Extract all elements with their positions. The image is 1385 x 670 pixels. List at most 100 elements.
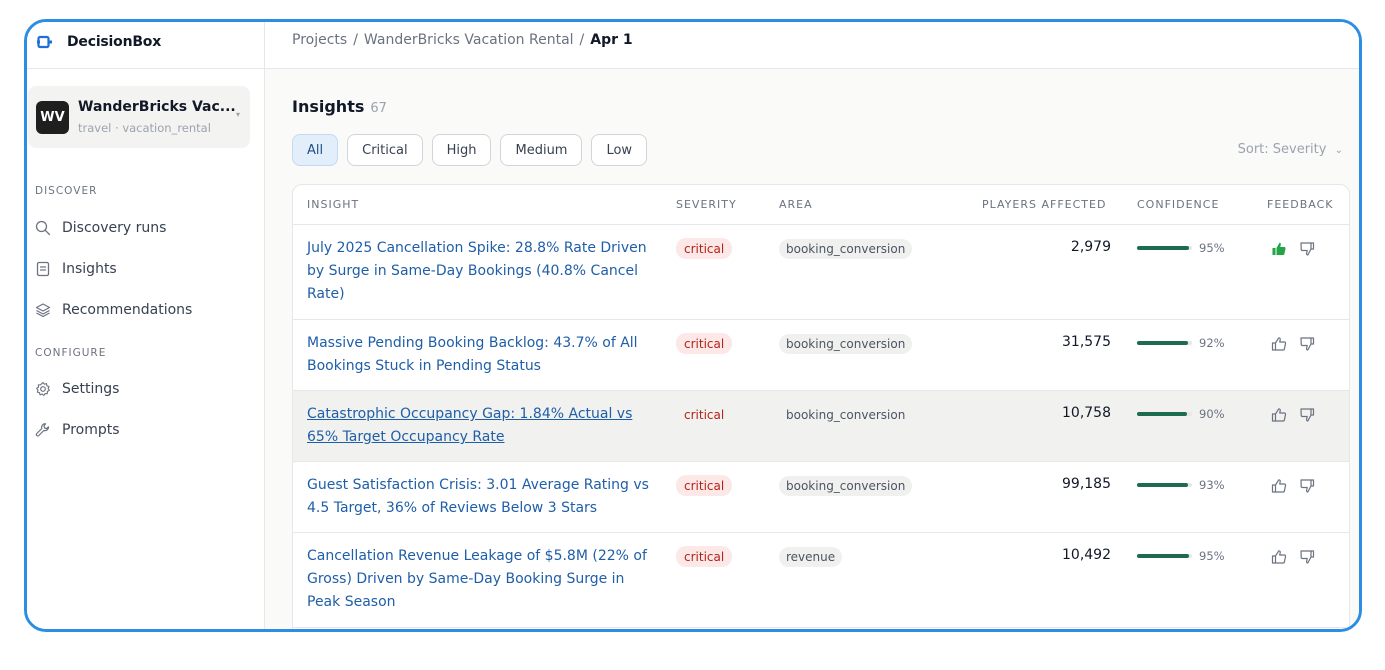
sidebar-item-prompts[interactable]: Prompts [35,418,120,442]
breadcrumb: Projects / WanderBricks Vacation Rental / Ap… [292,32,633,48]
confidence-value: 93% [1199,478,1225,492]
column-header-area: AREA [779,198,813,211]
column-header-feedback: FEEDBACK [1267,198,1334,211]
search-icon [35,220,51,236]
breadcrumb-separator: / [353,32,358,48]
table-row[interactable]: Cancellation Revenue Leakage of $5.8M (2… [293,533,1349,628]
severity-badge: critical [676,475,733,496]
insight-title-link[interactable]: Catastrophic Occupancy Gap: 1.84% Actual… [307,403,657,449]
players-affected: 10,492 [1062,547,1111,563]
thumbs-down-icon[interactable] [1299,478,1315,494]
app-name: DecisionBox [67,34,162,50]
confidence-bar [1137,554,1192,558]
thumbs-down-icon[interactable] [1299,407,1315,423]
insight-title-link[interactable]: Guest Satisfaction Crisis: 3.01 Average … [307,474,657,520]
thumbs-up-icon[interactable] [1271,241,1287,257]
insights-table: INSIGHT SEVERITY AREA PLAYERS AFFECTED C… [292,184,1350,629]
sidebar-item-label: Recommendations [62,302,193,318]
severity-badge: critical [676,333,733,354]
severity-filters: All Critical High Medium Low [292,134,656,166]
top-bar: Projects / WanderBricks Vacation Rental / Ap… [265,22,1359,69]
chevron-down-icon: ⌄ [1334,145,1343,156]
table-row[interactable]: July 2025 Cancellation Spike: 28.8% Rate… [293,225,1349,320]
layers-icon [35,303,51,318]
confidence-bar-fill [1137,483,1189,487]
area-badge: booking_conversion [786,408,906,422]
confidence-bar-fill [1137,341,1188,345]
breadcrumb-separator: / [579,32,585,48]
area-badge: booking_conversion [779,476,913,496]
sidebar-item-label: Settings [62,381,120,397]
filter-medium[interactable]: Medium [500,134,583,166]
sidebar: DecisionBox WV WanderBricks Vac... trave… [27,22,265,629]
thumbs-up-icon[interactable] [1271,336,1287,352]
document-icon [36,261,50,277]
filter-high[interactable]: High [431,134,492,166]
sidebar-item-settings[interactable]: Settings [35,377,119,401]
table-header: INSIGHT SEVERITY AREA PLAYERS AFFECTED C… [293,185,1349,225]
app: DecisionBox WV WanderBricks Vac... trave… [27,22,1359,629]
project-name: WanderBricks Vac... [78,99,236,115]
confidence-bar-fill [1137,412,1187,416]
insight-title-link[interactable]: July 2025 Cancellation Spike: 28.8% Rate… [307,237,657,306]
confidence-bar [1137,246,1192,250]
breadcrumb-current: Apr 1 [590,32,633,48]
sort-dropdown[interactable]: Sort: Severity ⌄ [1238,142,1343,157]
thumbs-down-icon[interactable] [1299,549,1315,565]
sort-label: Sort: Severity [1237,142,1327,157]
project-avatar: WV [36,101,69,134]
sidebar-item-label: Discovery runs [62,220,167,236]
confidence-bar-fill [1137,554,1190,558]
wrench-icon [35,423,50,437]
chevron-down-icon: ▾ [235,110,240,119]
window-frame: DecisionBox WV WanderBricks Vac... trave… [24,19,1362,632]
gear-icon [36,381,50,397]
breadcrumb-projects[interactable]: Projects [292,32,347,48]
column-header-severity: SEVERITY [676,198,737,211]
section-label-discover: DISCOVER [35,185,98,197]
thumbs-down-icon[interactable] [1299,336,1315,352]
players-affected: 2,979 [1070,239,1111,255]
breadcrumb-project[interactable]: WanderBricks Vacation Rental [364,32,574,48]
thumbs-down-icon[interactable] [1299,241,1315,257]
sidebar-item-recommendations[interactable]: Recommendations [35,298,192,322]
confidence-bar [1137,483,1192,487]
confidence-meter: 93% [1137,478,1225,492]
players-affected: 10,758 [1062,405,1111,421]
players-affected: 99,185 [1062,476,1111,492]
severity-badge: critical [676,238,733,259]
severity-badge: critical [684,407,725,422]
main-content: Projects / WanderBricks Vacation Rental / Ap… [265,22,1359,629]
area-badge: booking_conversion [779,334,913,354]
filter-all[interactable]: All [292,134,339,166]
confidence-value: 92% [1199,336,1225,350]
column-header-players-affected: PLAYERS AFFECTED [982,198,1107,211]
project-switcher[interactable]: WV WanderBricks Vac... travel · vacation… [28,86,250,148]
confidence-value: 95% [1199,549,1225,563]
thumbs-up-icon[interactable] [1271,407,1287,423]
table-row[interactable]: Massive Pending Booking Backlog: 43.7% o… [293,320,1349,391]
area-badge: booking_conversion [779,239,913,259]
confidence-meter: 95% [1137,241,1225,255]
thumbs-up-icon[interactable] [1271,549,1287,565]
insights-count: 67 [370,101,387,116]
brand[interactable]: DecisionBox [37,31,161,53]
severity-badge: critical [676,546,733,567]
thumbs-up-icon[interactable] [1271,478,1287,494]
insight-title-link[interactable]: Massive Pending Booking Backlog: 43.7% o… [307,332,657,378]
sidebar-item-discovery-runs[interactable]: Discovery runs [35,216,166,240]
section-label-configure: CONFIGURE [35,347,107,359]
page-title-text: Insights [292,97,365,116]
area-badge: revenue [779,547,843,567]
insight-title-link[interactable]: Cancellation Revenue Leakage of $5.8M (2… [307,545,657,614]
sidebar-item-insights[interactable]: Insights [35,257,117,281]
table-row[interactable]: Guest Satisfaction Crisis: 3.01 Average … [293,462,1349,533]
table-row[interactable]: Catastrophic Occupancy Gap: 1.84% Actual… [293,391,1349,462]
confidence-value: 90% [1199,407,1225,421]
filter-low[interactable]: Low [591,134,648,166]
confidence-meter: 95% [1137,549,1225,563]
column-header-confidence: CONFIDENCE [1137,198,1220,211]
sidebar-item-label: Prompts [62,422,120,438]
column-header-insight: INSIGHT [307,198,360,211]
filter-critical[interactable]: Critical [347,134,423,166]
